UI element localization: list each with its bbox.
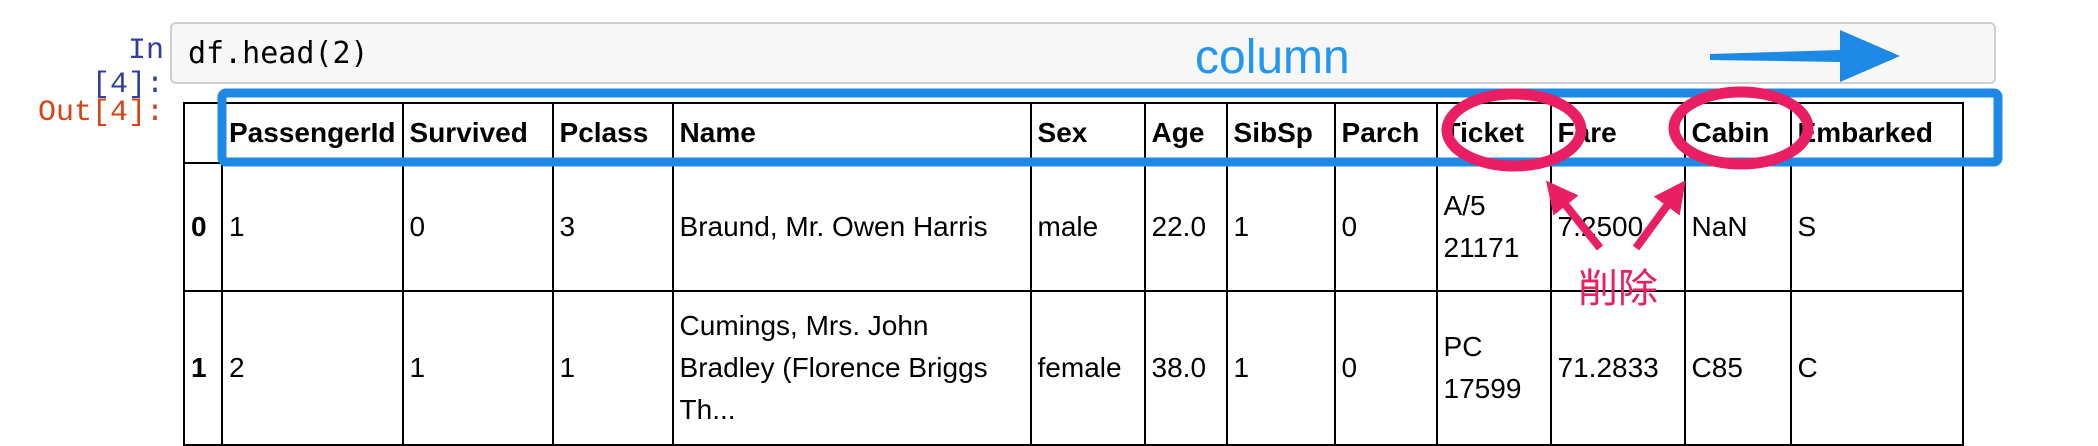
column-header: PassengerId	[221, 102, 404, 164]
code-text: df.head(2)	[188, 36, 369, 71]
table-cell: 1	[221, 162, 404, 292]
table-cell: 0	[1333, 162, 1438, 292]
column-header: Pclass	[551, 102, 674, 164]
table-cell: PC 17599	[1435, 290, 1552, 446]
table-cell: 1	[551, 290, 674, 446]
table-cell: 22.0	[1143, 162, 1228, 292]
table-cell: Braund, Mr. Owen Harris	[671, 162, 1032, 292]
input-prompt: In [4]:	[91, 34, 164, 102]
column-header: Fare	[1549, 102, 1686, 164]
row-index: 1	[183, 290, 223, 446]
table-cell: 0	[401, 162, 554, 292]
row-index: 0	[183, 162, 223, 292]
table-cell: 71.2833	[1549, 290, 1686, 446]
column-header-cabin: Cabin	[1683, 102, 1792, 164]
table-cell: NaN	[1683, 162, 1792, 292]
table-cell: Cumings, Mrs. John Bradley (Florence Bri…	[671, 290, 1032, 446]
column-header: SibSp	[1225, 102, 1336, 164]
column-header: Name	[671, 102, 1032, 164]
table-cell: 1	[1225, 162, 1336, 292]
table-cell: male	[1029, 162, 1146, 292]
table-cell: 38.0	[1143, 290, 1228, 446]
header-row: PassengerId Survived Pclass Name Sex Age…	[183, 102, 1964, 164]
table-cell: female	[1029, 290, 1146, 446]
output-prompt: Out[4]:	[37, 96, 164, 130]
table-cell: S	[1789, 162, 1964, 292]
table-cell: 2	[221, 290, 404, 446]
table-cell: 3	[551, 162, 674, 292]
column-header: Age	[1143, 102, 1228, 164]
column-header: Embarked	[1789, 102, 1964, 164]
column-annotation: column	[1195, 31, 1350, 84]
column-header: Parch	[1333, 102, 1438, 164]
table-cell: 1	[1225, 290, 1336, 446]
column-header-ticket: Ticket	[1435, 102, 1552, 164]
column-header: Survived	[401, 102, 554, 164]
index-header	[183, 102, 223, 164]
table-row: 1 2 1 1 Cumings, Mrs. John Bradley (Flor…	[183, 290, 1964, 446]
delete-annotation: 削除	[1578, 267, 1658, 311]
code-input-cell[interactable]: df.head(2)	[170, 22, 1996, 84]
table-cell: C85	[1683, 290, 1792, 446]
table-cell: 0	[1333, 290, 1438, 446]
table-cell: 1	[401, 290, 554, 446]
dataframe-table: PassengerId Survived Pclass Name Sex Age…	[183, 102, 1964, 446]
table-row: 0 1 0 3 Braund, Mr. Owen Harris male 22.…	[183, 162, 1964, 292]
column-header: Sex	[1029, 102, 1146, 164]
table-cell: C	[1789, 290, 1964, 446]
table-cell: A/5 21171	[1435, 162, 1552, 292]
